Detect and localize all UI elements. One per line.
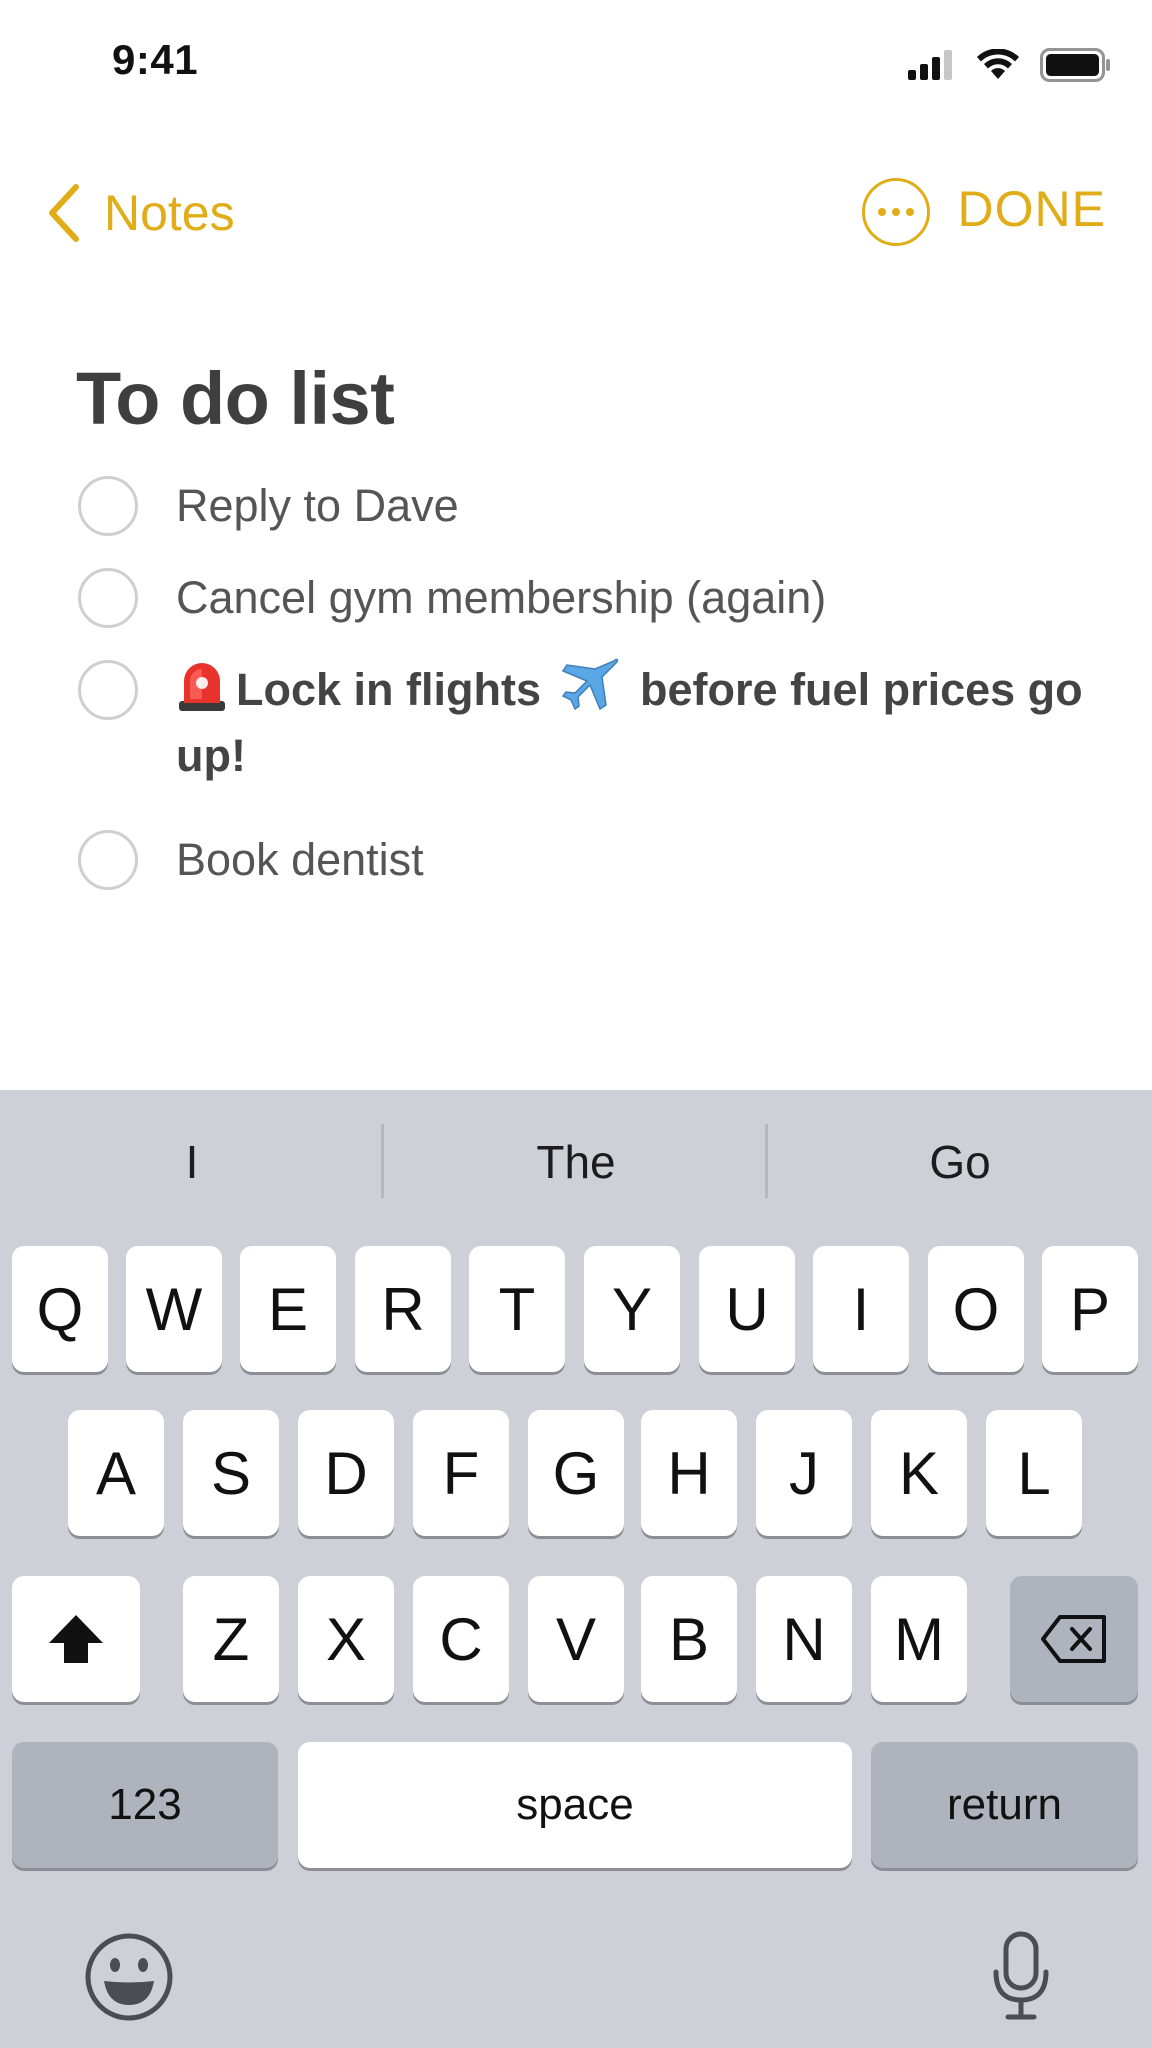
key-x[interactable]: X — [298, 1576, 394, 1702]
key-c[interactable]: C — [413, 1576, 509, 1702]
keyboard: I The Go Q W E R T Y U I O P A S D F G H… — [0, 1090, 1152, 2048]
shift-key[interactable] — [12, 1576, 140, 1702]
status-bar: 9:41 — [0, 0, 1152, 110]
checkbox-circle[interactable] — [78, 476, 138, 536]
return-key[interactable]: return — [871, 1742, 1138, 1868]
key-n[interactable]: N — [756, 1576, 852, 1702]
key-l[interactable]: L — [986, 1410, 1082, 1536]
key-u[interactable]: U — [699, 1246, 795, 1372]
airplane-icon — [561, 658, 618, 711]
key-a[interactable]: A — [68, 1410, 164, 1536]
key-w[interactable]: W — [126, 1246, 222, 1372]
predictive-text-bar: I The Go — [0, 1090, 1152, 1234]
prediction-item[interactable]: Go — [768, 1090, 1152, 1234]
status-icons — [908, 46, 1112, 84]
microphone-icon[interactable] — [990, 1930, 1052, 2022]
key-y[interactable]: Y — [584, 1246, 680, 1372]
shift-arrow-icon — [49, 1615, 103, 1663]
battery-icon — [1040, 48, 1110, 82]
key-e[interactable]: E — [240, 1246, 336, 1372]
checklist-item-text[interactable]: Lock in flights before fuel prices go up… — [176, 657, 1116, 789]
checkbox-circle[interactable] — [78, 568, 138, 628]
space-key[interactable]: space — [298, 1742, 852, 1868]
back-label: Notes — [104, 185, 235, 241]
checklist-item-text[interactable]: Reply to Dave — [176, 473, 1116, 539]
key-z[interactable]: Z — [183, 1576, 279, 1702]
key-b[interactable]: B — [641, 1576, 737, 1702]
key-r[interactable]: R — [355, 1246, 451, 1372]
key-g[interactable]: G — [528, 1410, 624, 1536]
key-t[interactable]: T — [469, 1246, 565, 1372]
checklist-item-text[interactable]: Cancel gym membership (again) — [176, 565, 1116, 631]
done-button[interactable]: DONE — [958, 180, 1106, 238]
key-s[interactable]: S — [183, 1410, 279, 1536]
key-h[interactable]: H — [641, 1410, 737, 1536]
key-m[interactable]: M — [871, 1576, 967, 1702]
checkbox-circle[interactable] — [78, 830, 138, 890]
prediction-item[interactable]: The — [384, 1090, 768, 1234]
chevron-left-icon — [49, 184, 79, 242]
emoji-face-icon[interactable] — [84, 1932, 174, 2022]
flight-text-part1: Lock in flights — [236, 664, 542, 715]
wifi-icon — [977, 49, 1019, 79]
delete-backspace-icon — [1041, 1615, 1106, 1663]
ellipsis-circle-icon[interactable] — [862, 178, 930, 246]
police-light-icon — [179, 663, 225, 711]
back-button[interactable]: Notes — [46, 178, 235, 248]
key-o[interactable]: O — [928, 1246, 1024, 1372]
key-q[interactable]: Q — [12, 1246, 108, 1372]
cellular-signal-icon — [908, 50, 952, 80]
checklist-item-text[interactable]: Book dentist — [176, 827, 1116, 893]
key-j[interactable]: J — [756, 1410, 852, 1536]
key-v[interactable]: V — [528, 1576, 624, 1702]
key-d[interactable]: D — [298, 1410, 394, 1536]
delete-key[interactable] — [1010, 1576, 1138, 1702]
checkbox-circle[interactable] — [78, 660, 138, 720]
key-f[interactable]: F — [413, 1410, 509, 1536]
note-title[interactable]: To do list — [76, 356, 395, 441]
numbers-key[interactable]: 123 — [12, 1742, 278, 1868]
key-k[interactable]: K — [871, 1410, 967, 1536]
key-i[interactable]: I — [813, 1246, 909, 1372]
status-time: 9:41 — [112, 36, 199, 83]
nav-bar: Notes DONE — [0, 160, 1152, 270]
prediction-item[interactable]: I — [0, 1090, 384, 1234]
key-p[interactable]: P — [1042, 1246, 1138, 1372]
